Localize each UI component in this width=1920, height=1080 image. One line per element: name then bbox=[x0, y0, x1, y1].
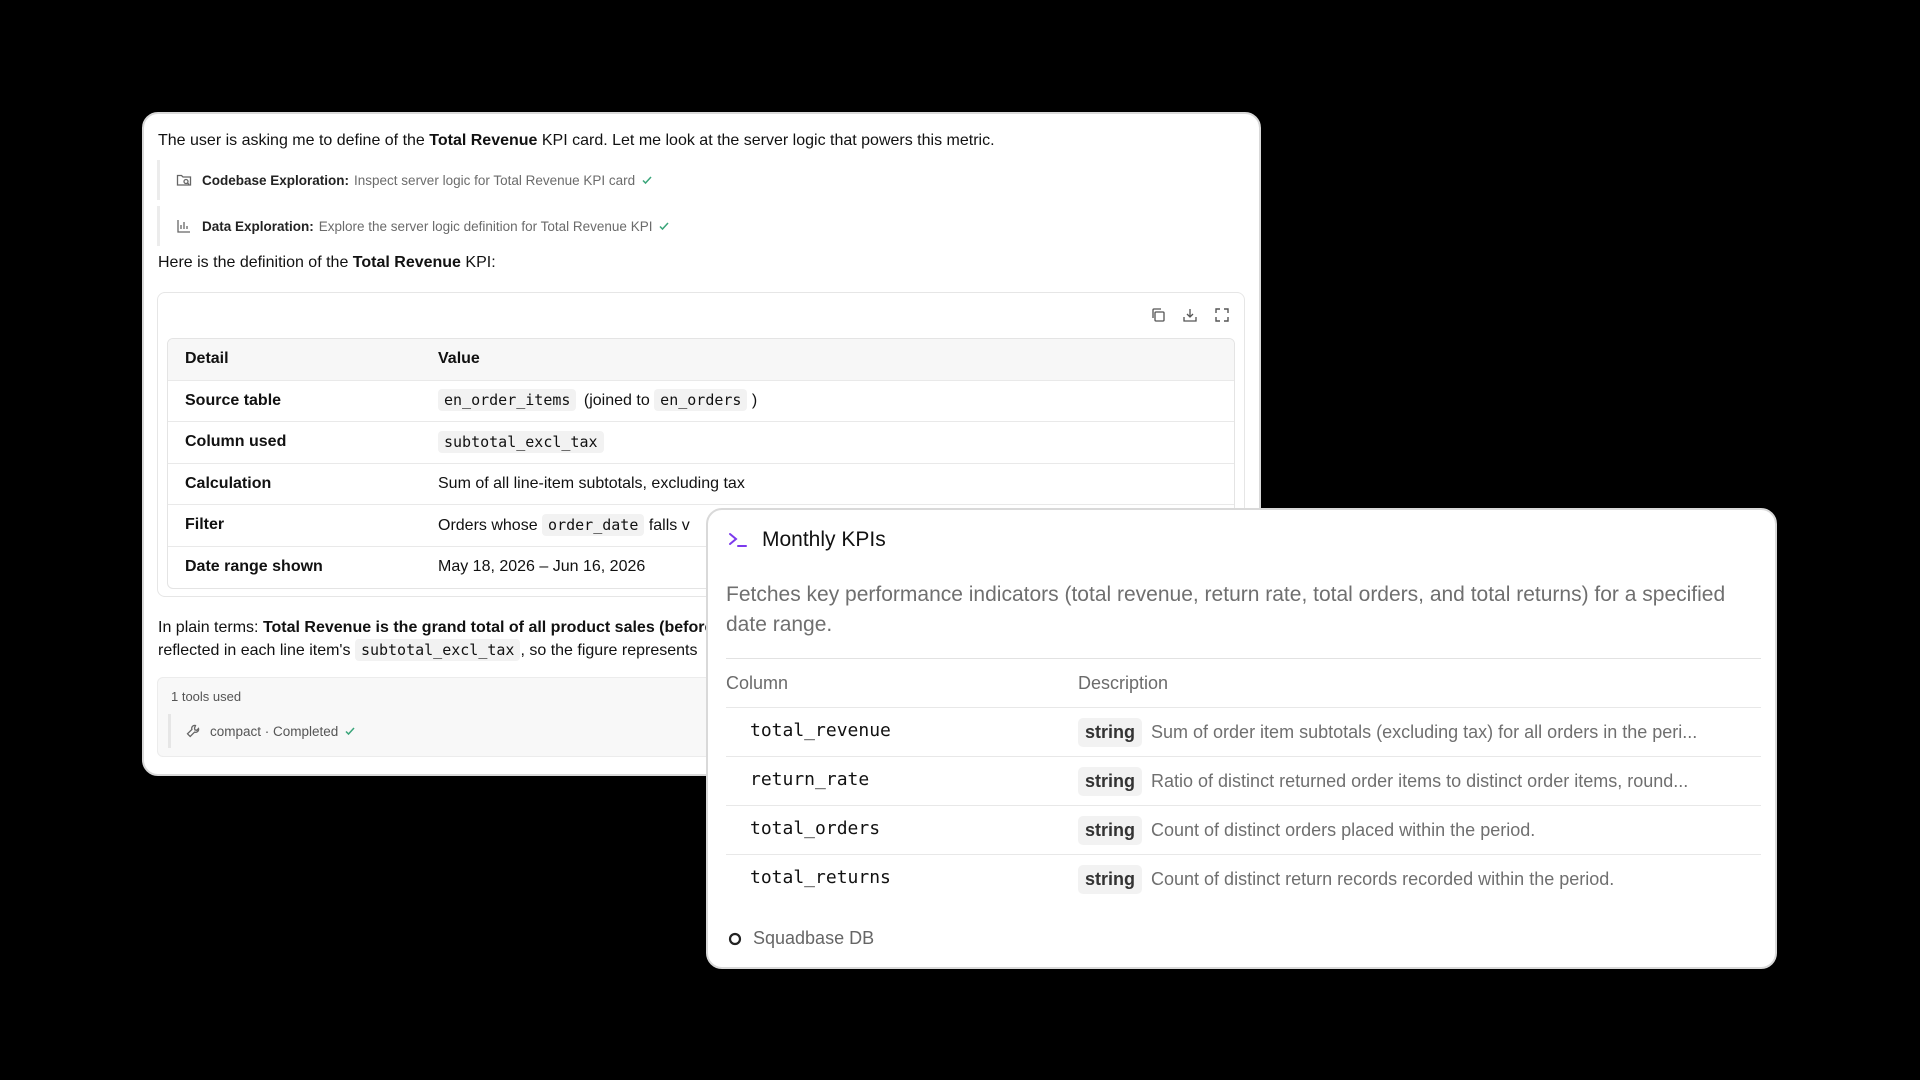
card-header: Monthly KPIs bbox=[727, 528, 886, 552]
table-row: total_orders string Count of distinct ord… bbox=[726, 806, 1761, 855]
data-source-label: Squadbase DB bbox=[753, 928, 875, 948]
column-description: Count of distinct return records recorde… bbox=[1151, 869, 1615, 889]
artifact-toolbar bbox=[1148, 305, 1232, 325]
step-label: Data Exploration: bbox=[202, 218, 314, 234]
detail-cell: Filter bbox=[185, 516, 225, 534]
code-chip: en_order_items bbox=[438, 389, 577, 412]
column-name: total_returns bbox=[750, 867, 891, 888]
detail-cell: Source table bbox=[185, 391, 282, 409]
column-name: total_orders bbox=[750, 817, 881, 839]
tool-entry[interactable]: compact · Completed bbox=[168, 714, 356, 748]
value-cell: Sum of all line-item subtotals, excludin… bbox=[438, 474, 745, 492]
column-name: total_revenue bbox=[750, 719, 891, 741]
database-icon bbox=[727, 931, 743, 947]
table-header-row: Column Description bbox=[726, 659, 1761, 708]
column-header: Description bbox=[1078, 672, 1169, 693]
code-chip: subtotal_excl_tax bbox=[438, 430, 604, 453]
value-text: falls v bbox=[648, 516, 690, 534]
tool-entry-label: compact · Completed bbox=[210, 723, 339, 739]
codebase-exploration-step[interactable]: Codebase Exploration: Inspect server log… bbox=[157, 160, 653, 200]
bar-chart-icon bbox=[176, 218, 192, 234]
check-icon bbox=[344, 725, 356, 737]
step-description: Inspect server logic for Total Revenue K… bbox=[354, 172, 636, 188]
value-text: (joined to bbox=[583, 392, 650, 410]
code-chip: en_orders bbox=[654, 389, 748, 412]
type-badge: string bbox=[1078, 766, 1143, 796]
expand-icon[interactable] bbox=[1212, 305, 1232, 325]
value-text: Orders whose bbox=[438, 516, 538, 534]
table-row: total_revenue string Sum of order item su… bbox=[726, 708, 1761, 757]
wrench-icon bbox=[185, 723, 201, 739]
folder-search-icon bbox=[176, 172, 192, 188]
plain-terms-line2: reflected in each line item's subtotal_e… bbox=[158, 639, 698, 661]
column-description: Ratio of distinct returned order items t… bbox=[1151, 770, 1689, 791]
detail-cell: Calculation bbox=[185, 474, 272, 492]
table-header-row: Detail Value bbox=[168, 339, 1234, 381]
value-text: ) bbox=[751, 392, 758, 410]
value-cell: en_order_items (joined to en_orders ) bbox=[438, 389, 1234, 412]
table-row: return_rate string Ratio of distinct retu… bbox=[726, 757, 1761, 806]
code-chip: order_date bbox=[542, 513, 645, 536]
intro-message: The user is asking me to define of the T… bbox=[158, 132, 995, 149]
table-row: total_returns string Count of distinct re… bbox=[726, 855, 1761, 904]
value-cell: subtotal_excl_tax bbox=[438, 430, 1234, 453]
code-chip: subtotal_excl_tax bbox=[354, 639, 521, 661]
column-header: Column bbox=[726, 672, 789, 693]
monthly-kpis-card[interactable]: Monthly KPIs Fetches key performance ind… bbox=[706, 508, 1777, 969]
definition-intro: Here is the definition of the Total Reve… bbox=[158, 254, 496, 271]
copy-icon[interactable] bbox=[1148, 305, 1168, 325]
type-badge: string bbox=[1078, 717, 1143, 747]
tools-used-header: 1 tools used bbox=[171, 689, 242, 704]
table-row: Source table en_order_items (joined to e… bbox=[168, 381, 1234, 422]
card-summary: Fetches key performance indicators (tota… bbox=[726, 583, 1726, 636]
column-header: Detail bbox=[185, 350, 229, 368]
check-icon bbox=[658, 220, 670, 232]
column-name: return_rate bbox=[750, 768, 870, 790]
download-icon[interactable] bbox=[1180, 305, 1200, 325]
check-icon bbox=[641, 174, 653, 186]
detail-cell: Date range shown bbox=[185, 558, 323, 576]
plain-terms-line1: In plain terms: Total Revenue is the gra… bbox=[158, 619, 714, 636]
type-badge: string bbox=[1078, 815, 1143, 845]
column-description: Sum of order item subtotals (excluding t… bbox=[1151, 721, 1698, 742]
step-label: Codebase Exploration: bbox=[202, 172, 350, 188]
step-description: Explore the server logic definition for … bbox=[318, 218, 653, 234]
column-header: Value bbox=[438, 350, 480, 368]
table-row: Calculation Sum of all line-item subtota… bbox=[168, 464, 1234, 505]
terminal-icon bbox=[727, 529, 749, 551]
detail-cell: Column used bbox=[185, 433, 287, 451]
card-footer: Squadbase DB bbox=[727, 928, 874, 949]
type-badge: string bbox=[1078, 865, 1143, 894]
card-title: Monthly KPIs bbox=[762, 528, 886, 551]
data-exploration-step[interactable]: Data Exploration: Explore the server log… bbox=[157, 206, 670, 246]
kpi-columns-table: Column Description total_revenue string S… bbox=[726, 658, 1761, 904]
column-description: Count of distinct orders placed within t… bbox=[1151, 819, 1536, 840]
table-row: Column used subtotal_excl_tax bbox=[168, 422, 1234, 464]
